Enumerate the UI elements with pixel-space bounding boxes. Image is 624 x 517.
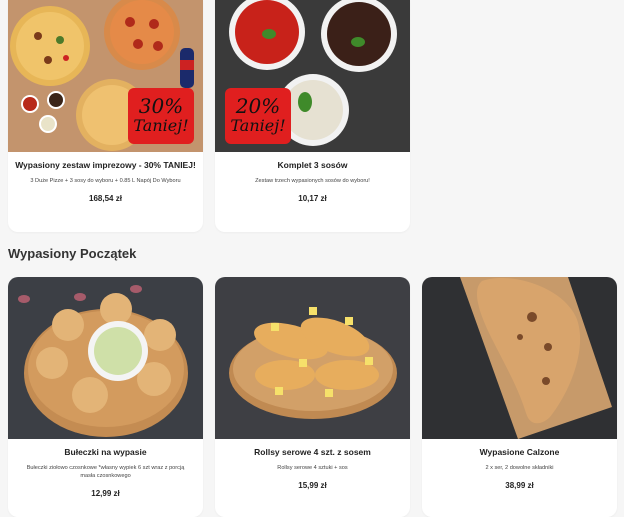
product-card-garlic-rolls[interactable]: Bułeczki na wypasie Bułeczki ziołowo czo…	[8, 277, 203, 517]
product-title[interactable]: Wypasione Calzone	[422, 447, 617, 457]
product-card-cheese-rolls[interactable]: Rollsy serowe 4 szt. z sosem Rollsy sero…	[215, 277, 410, 517]
product-title[interactable]: Bułeczki na wypasie	[8, 447, 203, 457]
garlic-rolls-image[interactable]	[8, 277, 203, 439]
section-title: Wypasiony Początek	[8, 246, 137, 261]
product-description: Zestaw trzech wypasionych sosów do wybor…	[255, 178, 370, 184]
products-row: Bułeczki na wypasie Bułeczki ziołowo czo…	[8, 277, 617, 517]
product-price: 15,99 zł	[298, 481, 327, 490]
product-title[interactable]: Komplet 3 sosów	[215, 160, 410, 170]
badge-text: Taniej!	[230, 116, 286, 135]
discount-badge: 30% Taniej!	[128, 88, 194, 144]
product-description: Rollsy serowe 4 sztuki + sos	[277, 465, 348, 471]
product-title[interactable]: Wypasiony zestaw imprezowy - 30% TANIEJ!	[8, 160, 203, 170]
sauce-set-image[interactable]: 20% Taniej!	[215, 0, 410, 152]
calzone-image[interactable]	[422, 277, 617, 439]
product-price: 38,99 zł	[505, 481, 534, 490]
product-description: 2 x ser, 2 dowolne składniki	[485, 465, 554, 471]
product-price: 12,99 zł	[91, 489, 120, 498]
badge-text: Taniej!	[133, 116, 189, 135]
party-set-image[interactable]: 30% Taniej!	[8, 0, 203, 152]
product-price: 168,54 zł	[89, 194, 122, 203]
promo-card-sauce-set[interactable]: 20% Taniej! Komplet 3 sosów Zestaw trzec…	[215, 0, 410, 232]
product-card-calzone[interactable]: Wypasione Calzone 2 x ser, 2 dowolne skł…	[422, 277, 617, 517]
promotions-row: 30% Taniej! Wypasiony zestaw imprezowy -…	[8, 0, 410, 232]
discount-badge: 20% Taniej!	[225, 88, 291, 144]
product-description: 3 Duże Pizze + 3 sosy do wyboru + 0.85 L…	[30, 178, 181, 184]
product-price: 10,17 zł	[298, 194, 327, 203]
badge-percent: 20%	[235, 94, 281, 118]
product-title[interactable]: Rollsy serowe 4 szt. z sosem	[215, 447, 410, 457]
cheese-rolls-image[interactable]	[215, 277, 410, 439]
badge-percent: 30%	[138, 94, 184, 118]
product-description: Bułeczki ziołowo czosnkowe *własny wypie…	[26, 465, 185, 479]
promo-card-party-set[interactable]: 30% Taniej! Wypasiony zestaw imprezowy -…	[8, 0, 203, 232]
